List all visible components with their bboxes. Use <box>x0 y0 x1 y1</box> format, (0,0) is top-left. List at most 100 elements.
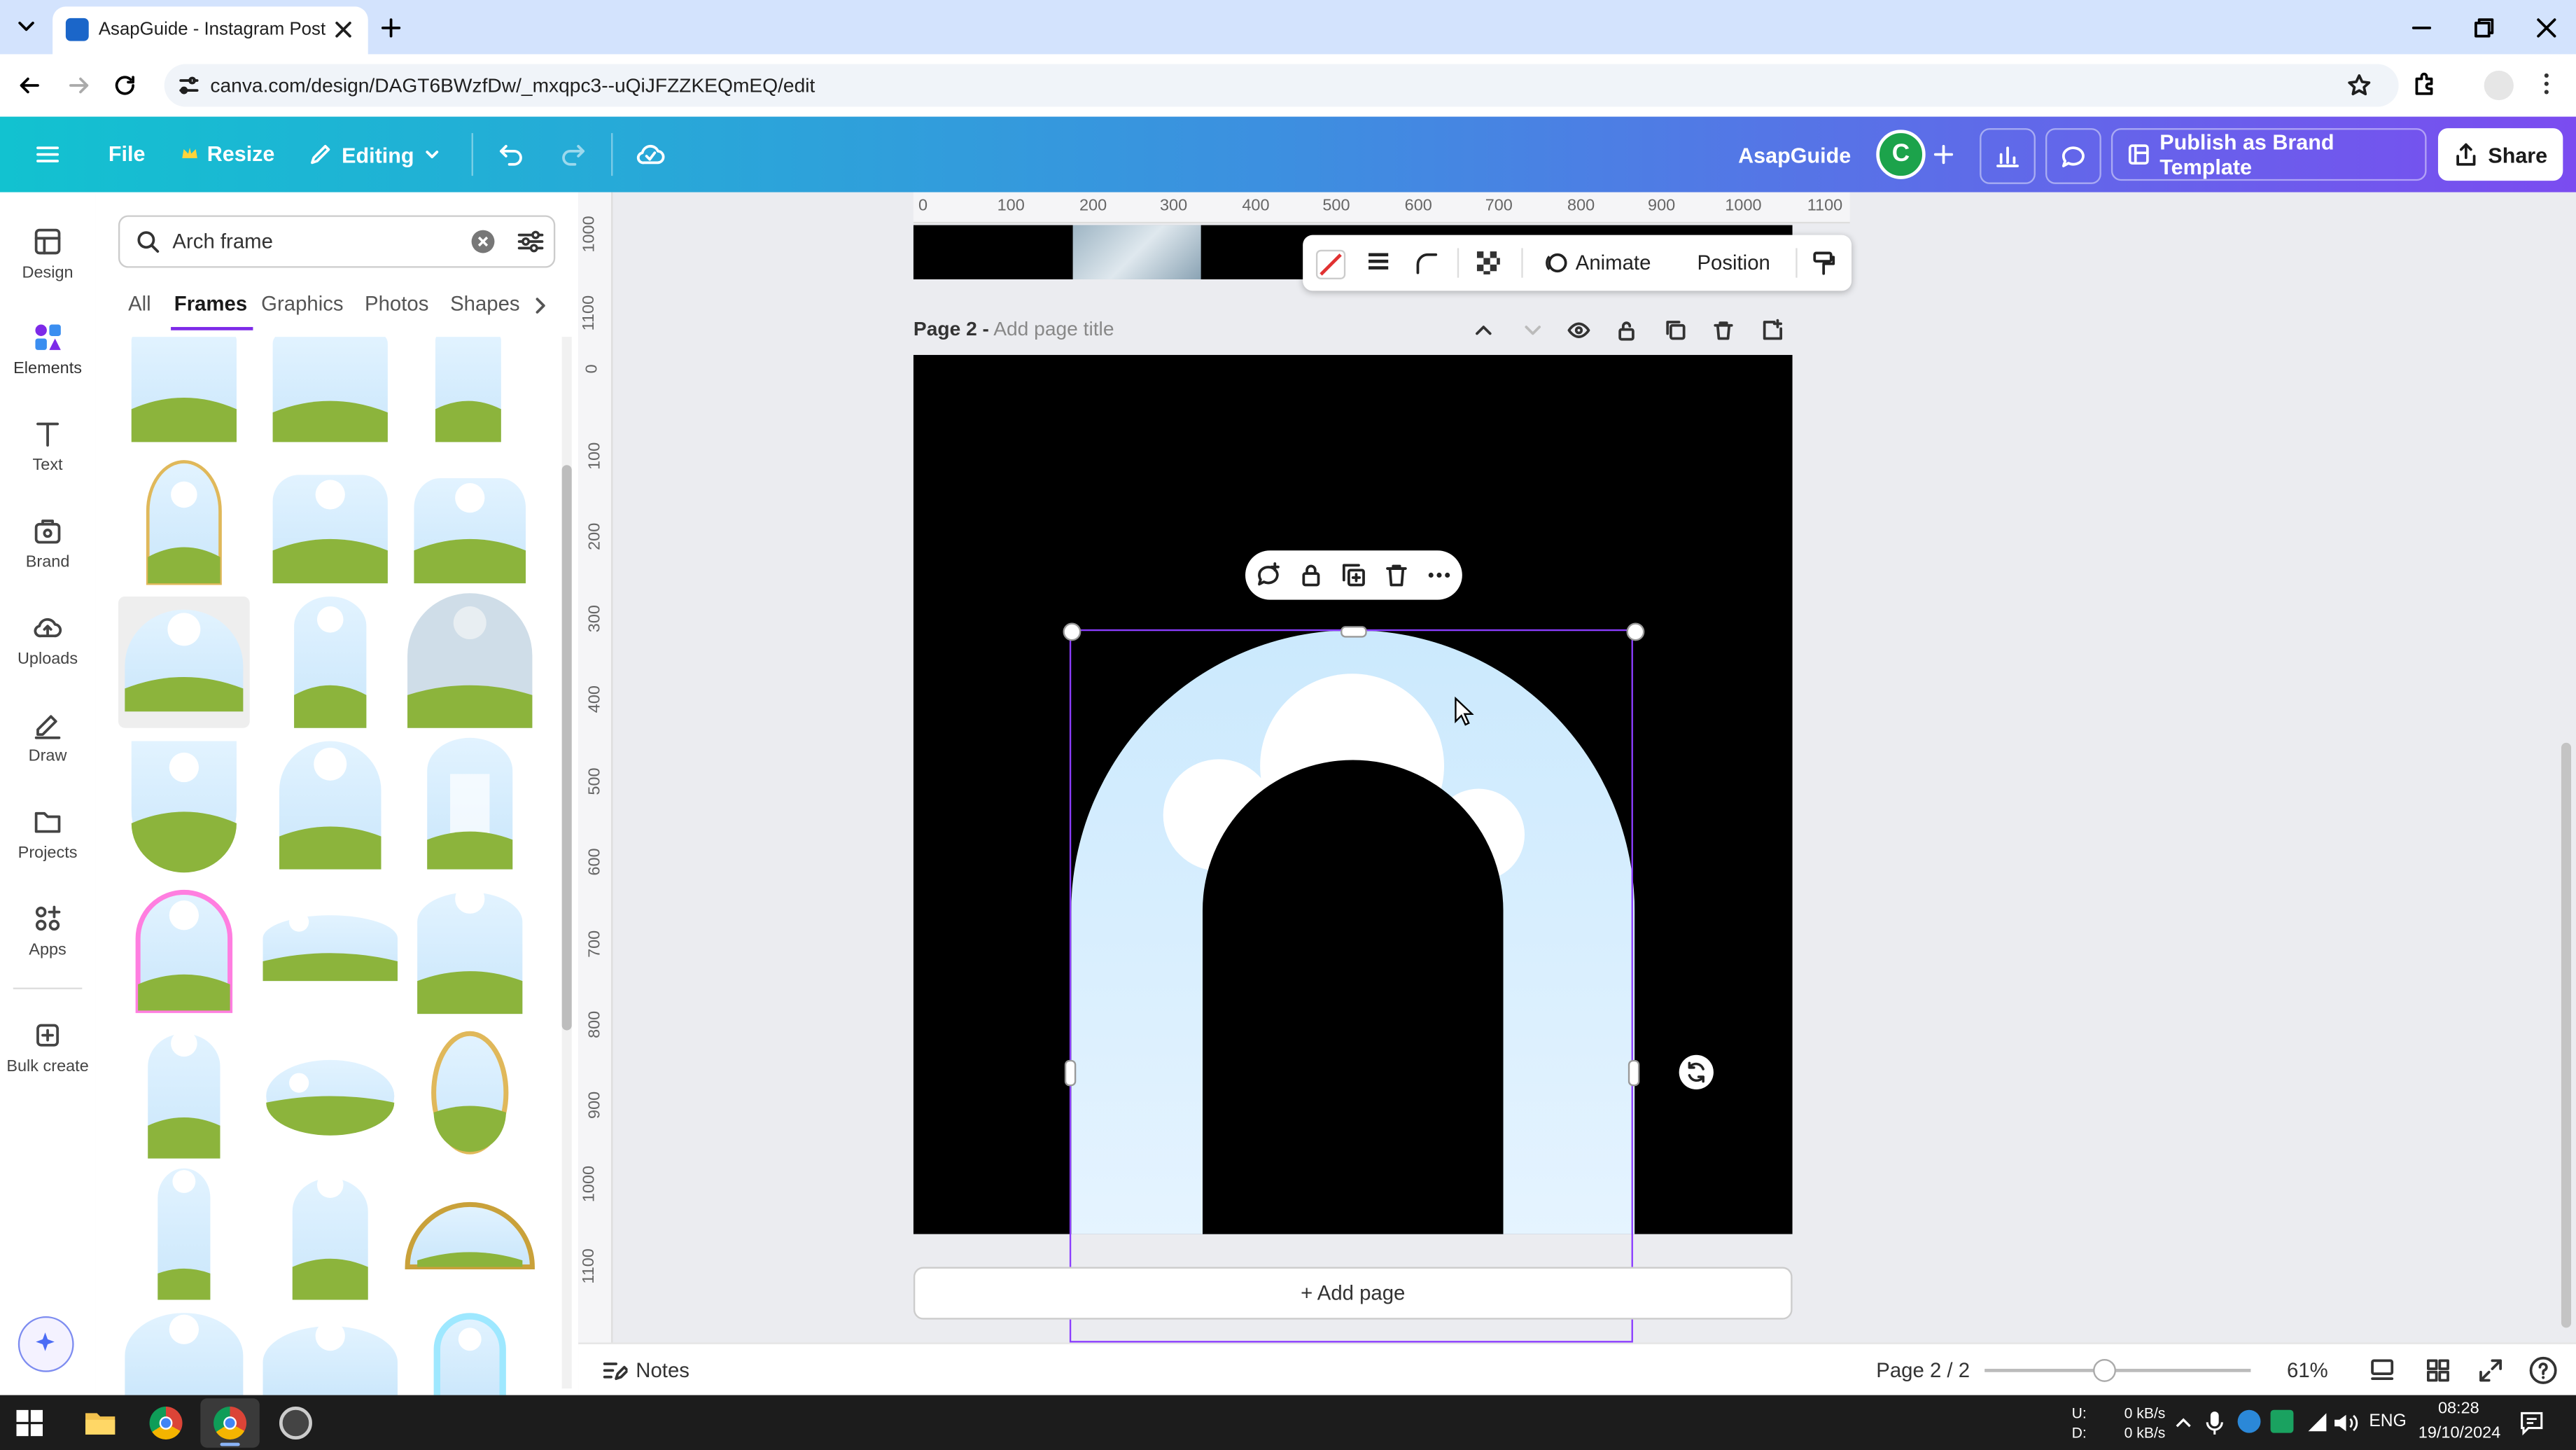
frame-thumb[interactable] <box>292 1171 368 1300</box>
resize-handle-top-right[interactable] <box>1626 622 1645 641</box>
frame-thumb[interactable] <box>262 1320 398 1395</box>
position-button[interactable]: Position <box>1697 251 1770 274</box>
browser-tab-active[interactable]: AsapGuide - Instagram Post <box>52 6 368 55</box>
tab-graphics[interactable]: Graphics <box>261 293 343 316</box>
frame-thumb[interactable] <box>266 1059 395 1136</box>
rail-projects[interactable]: Projects <box>0 805 95 863</box>
tab-shapes[interactable]: Shapes <box>450 293 520 316</box>
address-bar[interactable]: canva.com/design/DAGT6BWzfDw/_mxqpc3--uQ… <box>164 64 2399 107</box>
search-box[interactable]: Arch frame <box>118 215 556 268</box>
delete-page-icon[interactable] <box>1712 319 1735 342</box>
bookmark-star-icon[interactable] <box>2346 72 2373 99</box>
rail-text[interactable]: Text <box>0 417 95 475</box>
share-button[interactable]: Share <box>2437 128 2563 181</box>
extensions-puzzle-icon[interactable] <box>2412 71 2438 97</box>
clear-search-icon[interactable] <box>471 230 495 253</box>
delete-element-icon[interactable] <box>1383 562 1410 589</box>
frame-thumb[interactable] <box>131 741 237 873</box>
zoom-percentage[interactable]: 61% <box>2287 1359 2328 1382</box>
team-name[interactable]: AsapGuide <box>1738 143 1851 167</box>
resize-handle-right[interactable] <box>1628 1059 1640 1087</box>
page-indicator[interactable]: Page 2 / 2 <box>1876 1359 1970 1382</box>
show-hidden-icons-chevron[interactable] <box>2172 1411 2195 1435</box>
browser-menu-icon[interactable] <box>2533 71 2560 97</box>
tray-app-icon[interactable] <box>2270 1409 2294 1433</box>
notifications-icon[interactable] <box>2519 1410 2545 1437</box>
redo-icon[interactable] <box>559 139 588 169</box>
profile-avatar-icon[interactable] <box>2484 70 2514 101</box>
rail-draw[interactable]: Draw <box>0 709 95 766</box>
frame-thumb[interactable] <box>148 1030 220 1159</box>
fullscreen-icon[interactable] <box>2477 1358 2504 1384</box>
comments-button[interactable] <box>2045 128 2101 184</box>
volume-icon[interactable] <box>2333 1411 2360 1435</box>
new-tab-icon[interactable] <box>378 15 405 41</box>
duplicate-page-icon[interactable] <box>1665 319 1688 342</box>
transparency-icon[interactable] <box>1476 250 1502 277</box>
close-tab-icon[interactable] <box>332 18 355 41</box>
frame-thumb[interactable] <box>272 337 388 442</box>
frame-thumb[interactable] <box>405 1201 535 1270</box>
reload-icon[interactable] <box>112 72 139 99</box>
move-page-up-icon[interactable] <box>1472 319 1495 342</box>
border-weight-icon[interactable] <box>1365 250 1392 277</box>
filter-settings-icon[interactable] <box>516 227 545 256</box>
publish-brand-template-button[interactable]: Publish as Brand Template <box>2110 128 2427 181</box>
rail-design[interactable]: Design <box>0 225 95 283</box>
resize-handle-left[interactable] <box>1064 1059 1077 1087</box>
minimize-window-icon[interactable] <box>2409 15 2435 41</box>
rail-apps[interactable]: Apps <box>0 902 95 960</box>
frame-thumb[interactable] <box>431 1031 509 1155</box>
close-window-icon[interactable] <box>2533 15 2560 41</box>
lock-page-icon[interactable] <box>1615 319 1638 342</box>
magic-assistant-icon[interactable] <box>18 1316 74 1372</box>
forward-arrow-icon[interactable] <box>66 72 92 99</box>
frame-thumb[interactable] <box>417 884 523 1015</box>
page-title-input[interactable]: Add page title <box>993 317 1114 340</box>
tab-all[interactable]: All <box>128 293 151 316</box>
frame-thumb[interactable] <box>131 337 237 442</box>
frame-thumb[interactable] <box>146 460 222 585</box>
rail-brand[interactable]: Brand <box>0 515 95 572</box>
hide-page-eye-icon[interactable] <box>1567 319 1590 342</box>
tray-app-icon[interactable] <box>2237 1409 2261 1433</box>
main-menu-icon[interactable] <box>33 139 62 169</box>
help-icon[interactable] <box>2528 1355 2558 1385</box>
language-indicator[interactable]: ENG <box>2369 1411 2406 1431</box>
chrome-active-icon[interactable] <box>200 1398 260 1448</box>
frame-thumb[interactable] <box>158 1168 211 1300</box>
frame-thumb[interactable] <box>427 737 513 870</box>
frame-thumb[interactable] <box>294 596 367 728</box>
corner-rounding-icon[interactable] <box>1413 250 1439 277</box>
cloud-save-status-icon[interactable] <box>634 138 667 171</box>
site-info-icon[interactable] <box>177 74 200 97</box>
panel-scrollbar-thumb[interactable] <box>561 465 572 1031</box>
more-options-icon[interactable] <box>1426 562 1452 589</box>
tab-frames[interactable]: Frames <box>174 293 247 316</box>
rail-bulk-create[interactable]: Bulk create <box>0 1019 95 1076</box>
resize-button[interactable]: Resize <box>181 141 274 166</box>
file-menu-button[interactable]: File <box>108 141 146 166</box>
frame-thumb[interactable] <box>414 477 526 584</box>
chevron-right-icon[interactable] <box>529 294 552 317</box>
frame-thumb[interactable] <box>407 593 533 728</box>
workspace-scrollbar-thumb[interactable] <box>2561 742 2572 1328</box>
windows-start-icon[interactable] <box>16 1409 43 1437</box>
duplicate-element-icon[interactable] <box>1340 562 1367 589</box>
editing-mode-dropdown[interactable]: Editing <box>307 141 442 168</box>
add-page-button[interactable]: + Add page <box>913 1267 1793 1320</box>
clock-date[interactable]: 19/10/2024 <box>2418 1425 2500 1443</box>
frame-thumb[interactable] <box>262 912 398 982</box>
file-explorer-icon[interactable] <box>84 1408 117 1437</box>
rail-uploads[interactable]: Uploads <box>0 611 95 669</box>
color-none-icon[interactable] <box>1315 249 1346 279</box>
add-comment-icon[interactable] <box>1255 562 1282 589</box>
frame-thumb[interactable] <box>433 1313 506 1395</box>
frame-thumb[interactable] <box>135 889 233 1013</box>
animate-button[interactable]: Animate <box>1543 250 1651 277</box>
copy-style-paint-roller-icon[interactable] <box>1810 250 1837 277</box>
zoom-slider-track[interactable] <box>1984 1369 2251 1372</box>
resize-handle-top-left[interactable] <box>1063 622 1082 641</box>
grid-view-icon[interactable] <box>2425 1358 2451 1384</box>
page-view-icon[interactable] <box>2369 1358 2395 1384</box>
